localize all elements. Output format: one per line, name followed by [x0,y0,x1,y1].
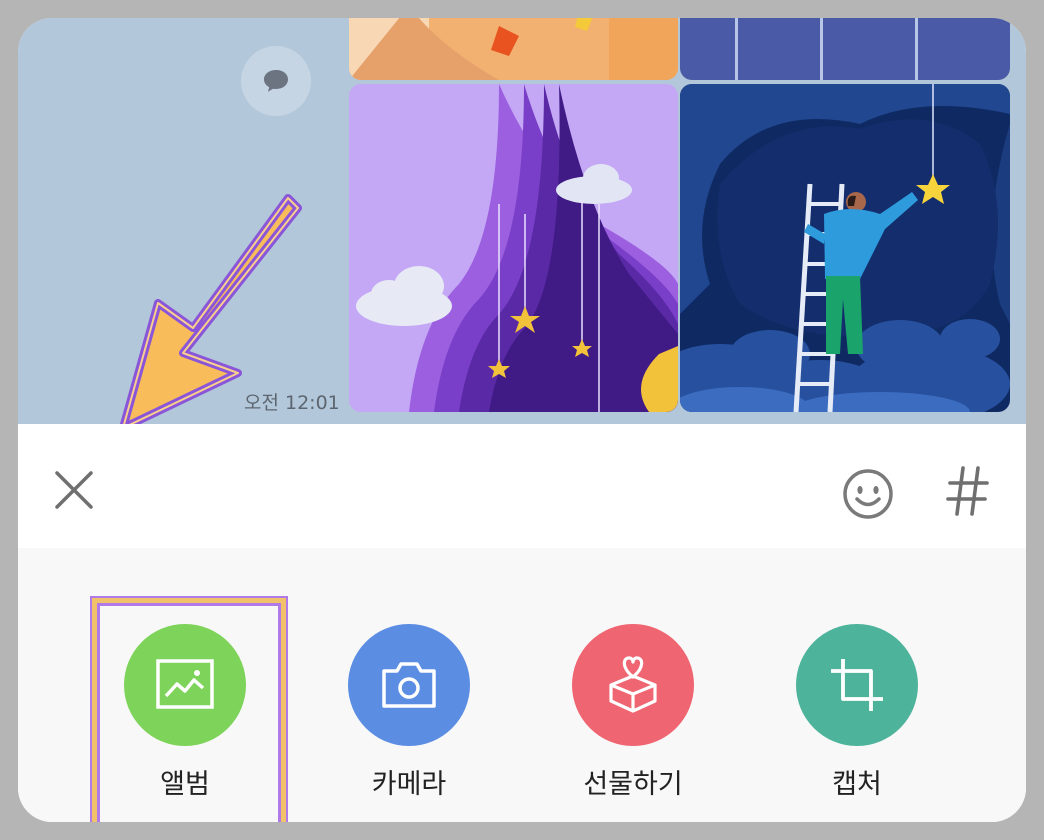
camera-icon-circle [348,624,470,746]
gift-icon-circle [572,624,694,746]
camera-button[interactable]: 카메라 [334,624,484,801]
photo-thumbnail[interactable] [349,18,678,80]
hashtag-icon [946,466,989,516]
album-label: 앨범 [160,769,210,800]
chat-area: 오전 12:01 [18,18,1026,432]
image-icon [156,659,214,709]
album-icon-circle [124,624,246,746]
capture-icon-circle [796,624,918,746]
photo-thumbnail[interactable] [680,18,1010,80]
emoji-icon [843,469,893,519]
close-icon [55,471,93,509]
speech-bubble-icon [264,70,288,92]
camera-label: 카메라 [371,769,447,800]
emoji-button[interactable] [840,466,896,522]
photo-thumbnail[interactable] [680,84,1010,412]
camera-icon [382,662,436,708]
share-bubble-button[interactable] [241,46,311,116]
close-button[interactable] [52,468,96,512]
album-button[interactable]: 앨범 [110,624,260,801]
capture-label: 캡처 [832,769,882,800]
message-timestamp: 오전 12:01 [244,392,340,414]
photo-thumbnail[interactable] [349,84,678,412]
gift-label: 선물하기 [583,769,683,800]
gift-icon [609,656,657,713]
input-toolbar [18,424,1026,549]
app-window: 오전 12:01 앨범 카메라 선물하기 캡처 [18,18,1026,822]
gift-button[interactable]: 선물하기 [558,624,708,801]
attachment-panel: 앨범 카메라 선물하기 캡처 [18,548,1026,822]
capture-button[interactable]: 캡처 [782,624,932,801]
crop-icon [831,659,883,711]
hashtag-button[interactable] [946,464,990,518]
